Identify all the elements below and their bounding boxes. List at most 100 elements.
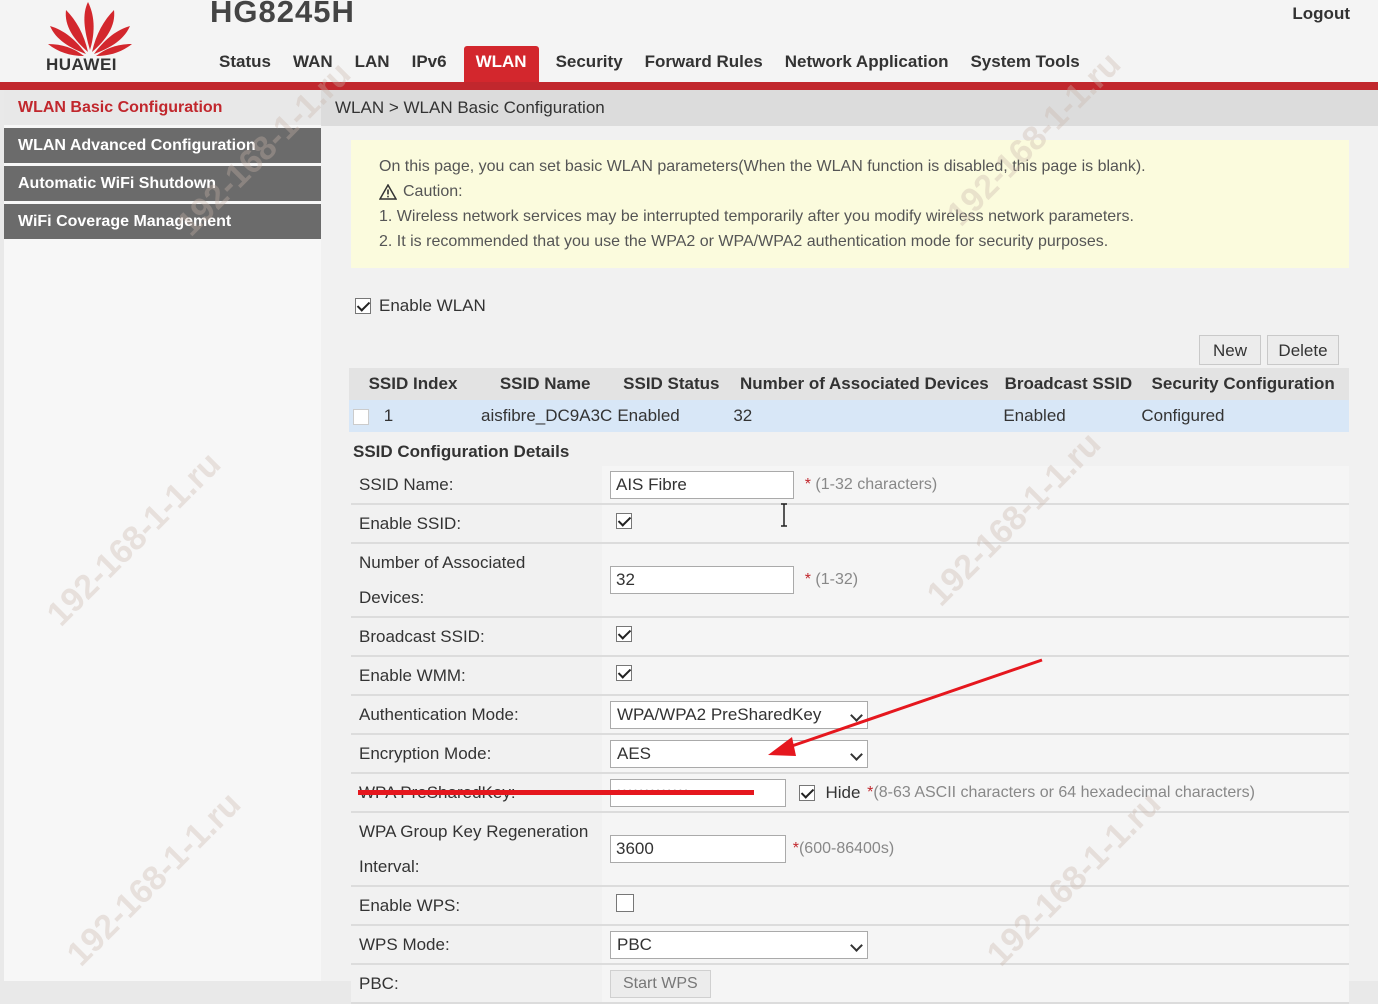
pbc-cell: Start WPS bbox=[602, 964, 1349, 1004]
form-row-broadcast-ssid: Broadcast SSID: bbox=[351, 617, 1349, 657]
nav-tab-network-application[interactable]: Network Application bbox=[774, 46, 960, 82]
header-divider bbox=[0, 82, 1378, 90]
form-row-enable-wps: Enable WPS: bbox=[351, 886, 1349, 926]
section-title: SSID Configuration Details bbox=[353, 442, 570, 461]
new-button[interactable]: New bbox=[1199, 335, 1261, 365]
text-cursor-icon bbox=[781, 503, 787, 527]
form-row-authentication-mode: Authentication Mode: WPA/WPA2 PreSharedK… bbox=[351, 695, 1349, 735]
nav-tab-system-tools[interactable]: System Tools bbox=[959, 46, 1090, 82]
enable-wlan-checkbox[interactable] bbox=[355, 298, 371, 314]
col-ssid-status: SSID Status bbox=[613, 368, 730, 400]
col-security-configuration: Security Configuration bbox=[1137, 368, 1349, 400]
col-broadcast-ssid: Broadcast SSID bbox=[999, 368, 1138, 400]
nav-tab-security[interactable]: Security bbox=[545, 46, 634, 82]
nav-tab-wlan[interactable]: WLAN bbox=[463, 46, 539, 82]
enable-wlan-label: Enable WLAN bbox=[379, 296, 486, 315]
ssid-table-header: SSID Index SSID Name SSID Status Number … bbox=[349, 368, 1349, 400]
group-key-interval-cell: 3600 *(600-86400s) bbox=[602, 812, 1349, 887]
authentication-mode-label: Authentication Mode: bbox=[351, 695, 602, 735]
device-model: HG8245H bbox=[210, 0, 355, 29]
chevron-down-icon bbox=[850, 938, 863, 952]
associated-devices-cell: 32 bbox=[729, 400, 1000, 432]
start-wps-button[interactable]: Start WPS bbox=[610, 969, 711, 998]
ssid-index-cell: 1 bbox=[349, 400, 477, 432]
warning-icon bbox=[379, 183, 397, 200]
highlight-underline bbox=[358, 790, 754, 795]
associated-devices-value-cell: 32 * (1-32) bbox=[602, 543, 1349, 618]
associated-devices-input[interactable]: 32 bbox=[610, 566, 794, 594]
group-key-interval-input[interactable]: 3600 bbox=[610, 835, 786, 863]
ssid-name-input[interactable]: AIS Fibre bbox=[610, 470, 794, 499]
nav-tab-status[interactable]: Status bbox=[208, 46, 282, 82]
pbc-label: PBC: bbox=[351, 964, 602, 1004]
brand-name: HUAWEI bbox=[46, 55, 117, 74]
header: HUAWEI HG8245H Logout Status WAN LAN IPv… bbox=[0, 0, 1378, 90]
security-configuration-cell: Configured bbox=[1137, 400, 1349, 432]
notice-line-1: 1. Wireless network services may be inte… bbox=[379, 208, 1134, 225]
hide-key-checkbox[interactable] bbox=[798, 784, 815, 801]
logout-link[interactable]: Logout bbox=[1292, 4, 1350, 24]
wpa-presharedkey-hint: *(8-63 ASCII characters or 64 hexadecima… bbox=[867, 783, 1255, 801]
wps-mode-value: PBC bbox=[617, 934, 652, 954]
enable-wps-cell bbox=[602, 886, 1349, 926]
wps-mode-cell: PBC bbox=[602, 925, 1349, 965]
encryption-mode-cell: AES bbox=[602, 734, 1349, 774]
notice-caution: Caution: bbox=[379, 179, 1321, 204]
wps-mode-label: WPS Mode: bbox=[351, 925, 602, 965]
sidebar-item-wifi-shutdown[interactable]: Automatic WiFi Shutdown bbox=[4, 166, 321, 201]
sidebar-item-wlan-basic[interactable]: WLAN Basic Configuration bbox=[4, 90, 321, 125]
hide-key-label: Hide bbox=[825, 782, 861, 802]
form-row-wps-mode: WPS Mode: PBC bbox=[351, 925, 1349, 965]
enable-ssid-label: Enable SSID: bbox=[351, 504, 602, 544]
wpa-presharedkey-hint-text: (8-63 ASCII characters or 64 hexadecimal… bbox=[873, 783, 1255, 801]
ssid-name-cell: AIS Fibre * (1-32 characters) bbox=[602, 466, 1349, 505]
enable-ssid-cell bbox=[602, 504, 1349, 544]
ssid-table: SSID Index SSID Name SSID Status Number … bbox=[349, 368, 1349, 432]
delete-button[interactable]: Delete bbox=[1267, 335, 1339, 365]
broadcast-ssid-checkbox[interactable] bbox=[616, 626, 632, 642]
form-row-encryption-mode: Encryption Mode: AES bbox=[351, 734, 1349, 774]
row-select-checkbox[interactable] bbox=[353, 408, 369, 425]
enable-wmm-label: Enable WMM: bbox=[351, 656, 602, 696]
breadcrumb: WLAN > WLAN Basic Configuration bbox=[321, 90, 1378, 126]
form-row-ssid-name: SSID Name: AIS Fibre * (1-32 characters) bbox=[351, 466, 1349, 505]
group-key-interval-label: WPA Group Key Regeneration Interval: bbox=[351, 812, 602, 887]
enable-wps-label: Enable WPS: bbox=[351, 886, 602, 926]
chevron-down-icon bbox=[850, 708, 863, 722]
form-row-group-key-interval: WPA Group Key Regeneration Interval: 360… bbox=[351, 812, 1349, 887]
associated-devices-label-line1: Number of Associated bbox=[359, 553, 526, 572]
form-row-associated-devices: Number of Associated Devices: 32 * (1-32… bbox=[351, 543, 1349, 618]
form-row-enable-wmm: Enable WMM: bbox=[351, 656, 1349, 696]
nav-tab-ipv6[interactable]: IPv6 bbox=[401, 46, 458, 82]
ssid-index-value: 1 bbox=[383, 406, 394, 425]
encryption-mode-select[interactable]: AES bbox=[610, 739, 868, 768]
nav-tab-wan[interactable]: WAN bbox=[282, 46, 344, 82]
sidebar-item-wifi-coverage[interactable]: WiFi Coverage Management bbox=[4, 204, 321, 239]
enable-wps-checkbox[interactable] bbox=[616, 894, 634, 912]
ssid-name-cell: aisfibre_DC9A3C bbox=[477, 400, 614, 432]
authentication-mode-select[interactable]: WPA/WPA2 PreSharedKey bbox=[610, 700, 868, 729]
nav-tab-lan[interactable]: LAN bbox=[344, 46, 401, 82]
form-row-pbc: PBC: Start WPS bbox=[351, 964, 1349, 1004]
authentication-mode-cell: WPA/WPA2 PreSharedKey bbox=[602, 695, 1349, 735]
nav-tab-forward-rules[interactable]: Forward Rules bbox=[634, 46, 774, 82]
enable-wmm-checkbox[interactable] bbox=[616, 665, 632, 681]
notice-intro: On this page, you can set basic WLAN par… bbox=[379, 158, 1146, 175]
ssid-name-hint: * (1-32 characters) bbox=[804, 475, 938, 493]
wps-mode-select[interactable]: PBC bbox=[610, 930, 868, 959]
col-associated-devices: Number of Associated Devices bbox=[729, 368, 1000, 400]
encryption-mode-label: Encryption Mode: bbox=[351, 734, 602, 774]
col-ssid-index: SSID Index bbox=[349, 368, 477, 400]
ssid-config-form: SSID Name: AIS Fibre * (1-32 characters)… bbox=[351, 466, 1349, 1004]
sidebar-item-wlan-advanced[interactable]: WLAN Advanced Configuration bbox=[4, 128, 321, 163]
ssid-status-cell: Enabled bbox=[613, 400, 730, 432]
group-key-interval-hint: *(600-86400s) bbox=[792, 840, 895, 857]
group-key-interval-label-line1: WPA Group Key Regeneration bbox=[359, 822, 589, 841]
caution-label: Caution: bbox=[403, 183, 463, 200]
associated-devices-hint: * (1-32) bbox=[804, 571, 859, 588]
enable-ssid-checkbox[interactable] bbox=[616, 513, 632, 529]
broadcast-ssid-cell: Enabled bbox=[999, 400, 1138, 432]
table-row[interactable]: 1 aisfibre_DC9A3C Enabled 32 Enabled Con… bbox=[349, 400, 1349, 432]
ssid-name-hint-text: (1-32 characters) bbox=[815, 475, 938, 493]
associated-devices-label: Number of Associated Devices: bbox=[351, 543, 602, 618]
